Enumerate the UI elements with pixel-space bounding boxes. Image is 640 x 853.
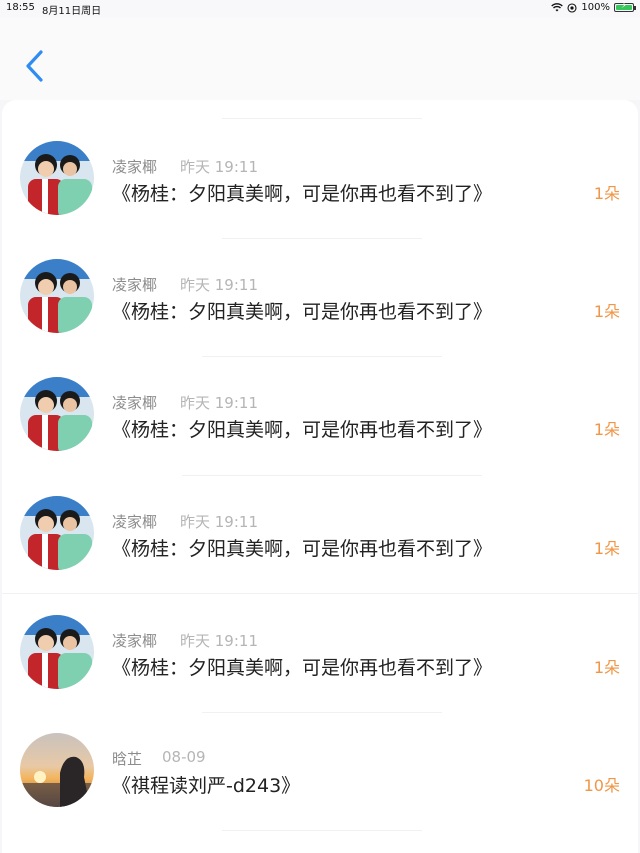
list-item[interactable]: 凌家椰 昨天 19:11 《杨桂：夕阳真美啊，可是你再也看不到了》 1朵 — [2, 218, 638, 336]
divider — [222, 238, 422, 239]
list-item[interactable]: 凌家椰 昨天 19:11 《杨桂：夕阳真美啊，可是你再也看不到了》 1朵 — [2, 574, 638, 692]
battery-percent: 100% — [581, 2, 610, 13]
battery-icon: ⚡ — [614, 1, 636, 12]
work-title: 《杨桂：夕阳真美啊，可是你再也看不到了》 — [112, 301, 493, 323]
avatar[interactable] — [20, 259, 94, 333]
sender-name: 凌家椰 — [112, 158, 158, 176]
timestamp: 昨天 19:11 — [180, 276, 258, 294]
list-item[interactable]: 凌家椰 昨天 19:11 《杨桂：夕阳真美啊，可是你再也看不到了》 1朵 — [2, 455, 638, 573]
status-date: 8月11日周日 — [42, 6, 102, 17]
list-item[interactable]: 凌家椰 昨天 19:11 《杨桂：夕阳真美啊，可是你再也看不到了》 1朵 — [2, 100, 638, 218]
flower-count: 1朵 — [593, 539, 620, 558]
work-title: 《杨桂：夕阳真美啊，可是你再也看不到了》 — [112, 538, 493, 560]
sender-name: 晗芷 — [112, 750, 143, 768]
sender-name: 凌家椰 — [112, 394, 158, 412]
work-title: 《杨桂：夕阳真美啊，可是你再也看不到了》 — [112, 657, 493, 679]
status-time: 18:55 — [6, 2, 35, 13]
divider — [222, 830, 422, 831]
avatar[interactable] — [20, 141, 94, 215]
list-item[interactable]: 凌家椰 昨天 19:11 《杨桂：夕阳真美啊，可是你再也看不到了》 1朵 — [2, 336, 638, 454]
nav-bar — [0, 18, 640, 100]
divider — [202, 356, 442, 357]
status-indicators: 100% ⚡ — [551, 1, 636, 13]
status-bar: 18:55 8月11日周日 100% ⚡ — [0, 0, 640, 18]
flower-count: 10朵 — [583, 776, 620, 795]
list-item[interactable]: 晗芷 08-09 《祺程读刘严-d243》 10朵 — [2, 692, 638, 810]
flower-count: 1朵 — [593, 420, 620, 439]
timestamp: 08-09 — [162, 748, 206, 766]
sender-name: 凌家椰 — [112, 513, 158, 531]
avatar[interactable] — [20, 377, 94, 451]
timestamp: 昨天 19:11 — [180, 394, 258, 412]
avatar[interactable] — [20, 733, 94, 807]
avatar[interactable] — [20, 615, 94, 689]
divider — [222, 118, 422, 119]
work-title: 《祺程读刘严-d243》 — [112, 775, 301, 797]
divider — [2, 593, 638, 594]
work-title: 《杨桂：夕阳真美啊，可是你再也看不到了》 — [112, 183, 493, 205]
location-icon — [567, 2, 577, 13]
flower-list: 凌家椰 昨天 19:11 《杨桂：夕阳真美啊，可是你再也看不到了》 1朵 凌家椰… — [2, 100, 638, 853]
wifi-icon — [551, 3, 564, 12]
flower-count: 1朵 — [593, 184, 620, 203]
divider — [202, 712, 442, 713]
work-title: 《杨桂：夕阳真美啊，可是你再也看不到了》 — [112, 419, 493, 441]
timestamp: 昨天 19:11 — [180, 158, 258, 176]
flower-count: 1朵 — [593, 658, 620, 677]
flower-count: 1朵 — [593, 302, 620, 321]
sender-name: 凌家椰 — [112, 632, 158, 650]
timestamp: 昨天 19:11 — [180, 632, 258, 650]
sender-name: 凌家椰 — [112, 276, 158, 294]
divider — [182, 475, 482, 476]
avatar[interactable] — [20, 496, 94, 570]
timestamp: 昨天 19:11 — [180, 513, 258, 531]
chevron-left-icon[interactable] — [22, 48, 48, 84]
